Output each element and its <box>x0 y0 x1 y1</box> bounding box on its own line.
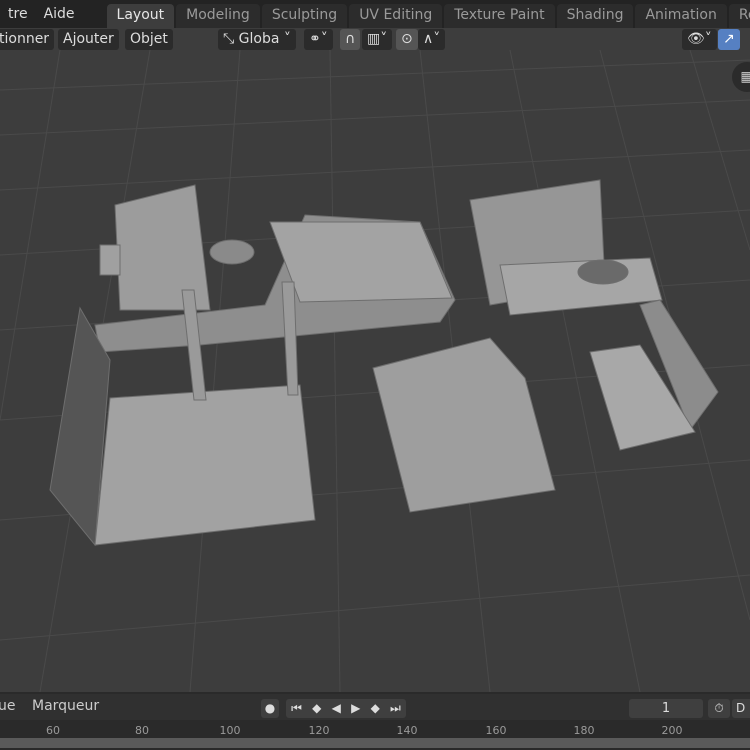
snap-toggle[interactable]: ∩ <box>340 29 361 50</box>
menu-object[interactable]: Objet <box>125 29 173 50</box>
next-keyframe-icon[interactable]: ◆ <box>371 699 380 718</box>
mesh-bracket[interactable] <box>469 179 663 316</box>
mesh-cover[interactable] <box>372 337 556 513</box>
top-bar: tre Aide Layout Modeling Sculpting UV Ed… <box>0 0 750 28</box>
menu-help[interactable]: Aide <box>36 6 83 22</box>
start-frame-field[interactable]: D <box>732 699 750 718</box>
stopwatch-icon[interactable]: ⏱ <box>708 699 730 718</box>
timeline: ue Marqueur ● ⏮ ◆ ◀ ▶ ◆ ⏭ 1 ⏱ D 60 80 10… <box>0 692 750 750</box>
menu-select[interactable]: tionner <box>0 29 55 50</box>
play-icon[interactable]: ▶ <box>351 699 360 718</box>
pivot-dropdown[interactable]: ⚭˅ <box>304 29 333 50</box>
jump-end-icon[interactable]: ⏭ <box>390 699 401 718</box>
gizmo-toggle[interactable]: ↗ <box>718 29 740 50</box>
snap-dropdown[interactable]: ▥˅ <box>362 29 393 50</box>
tick-label: 140 <box>396 724 418 737</box>
tab-modeling[interactable]: Modeling <box>176 4 260 28</box>
magnet-icon: ∩ <box>345 31 356 47</box>
snap-icon: ▥˅ <box>367 31 388 47</box>
falloff-dropdown[interactable]: ∧˅ <box>418 29 446 50</box>
tick-label: 160 <box>485 724 507 737</box>
record-button[interactable]: ● <box>261 699 279 718</box>
playback-controls: ⏮ ◆ ◀ ▶ ◆ ⏭ <box>286 699 406 718</box>
frame-range-bar[interactable] <box>0 738 750 748</box>
orientation-icon: ⤡ <box>223 31 239 47</box>
viewport-scene <box>0 49 750 692</box>
link-icon: ⚭˅ <box>309 31 328 47</box>
current-frame-field[interactable]: 1 <box>629 699 703 718</box>
viewport-header: tionner Ajouter Objet ⤡ Globa ˅ ⚭˅ ∩ ▥˅ … <box>0 28 750 92</box>
jump-start-icon[interactable]: ⏮ <box>291 699 302 718</box>
tab-rendering[interactable]: Rend <box>728 4 750 28</box>
prev-keyframe-icon[interactable]: ◆ <box>312 699 321 718</box>
transform-orientation-dropdown[interactable]: ⤡ Globa ˅ <box>218 29 296 50</box>
tick-label: 200 <box>661 724 683 737</box>
tab-layout[interactable]: Layout <box>106 4 175 28</box>
menu-view[interactable]: ue <box>0 698 16 714</box>
mesh-objects <box>49 179 719 547</box>
proportional-edit-toggle[interactable]: ⊙ <box>396 29 418 50</box>
proportional-icon: ⊙ <box>401 31 413 47</box>
tab-uv-editing[interactable]: UV Editing <box>349 4 443 28</box>
menu-add[interactable]: Ajouter <box>58 29 119 50</box>
menu-marker[interactable]: Marqueur <box>32 698 99 714</box>
play-reverse-icon[interactable]: ◀ <box>332 699 341 718</box>
menu-window[interactable]: tre <box>0 6 36 22</box>
tick-label: 60 <box>46 724 60 737</box>
falloff-icon: ∧˅ <box>423 31 441 47</box>
tab-shading[interactable]: Shading <box>556 4 634 28</box>
eye-icon: 👁˅ <box>687 31 712 47</box>
mesh-case-top[interactable] <box>94 184 456 353</box>
tab-texture-paint[interactable]: Texture Paint <box>444 4 555 28</box>
tick-label: 80 <box>135 724 149 737</box>
visibility-dropdown[interactable]: 👁˅ <box>682 29 717 50</box>
frame-ruler[interactable]: 60 80 100 120 140 160 180 200 <box>0 720 750 738</box>
gizmo-icon: ↗ <box>723 31 735 47</box>
tab-sculpting[interactable]: Sculpting <box>261 4 348 28</box>
tick-label: 120 <box>308 724 330 737</box>
tab-animation[interactable]: Animation <box>635 4 727 28</box>
timeline-header: ue Marqueur ● ⏮ ◆ ◀ ▶ ◆ ⏭ 1 ⏱ D <box>0 694 750 720</box>
3d-viewport[interactable] <box>0 28 750 692</box>
tick-label: 180 <box>573 724 595 737</box>
tick-label: 100 <box>219 724 241 737</box>
mesh-seat[interactable] <box>589 299 719 451</box>
